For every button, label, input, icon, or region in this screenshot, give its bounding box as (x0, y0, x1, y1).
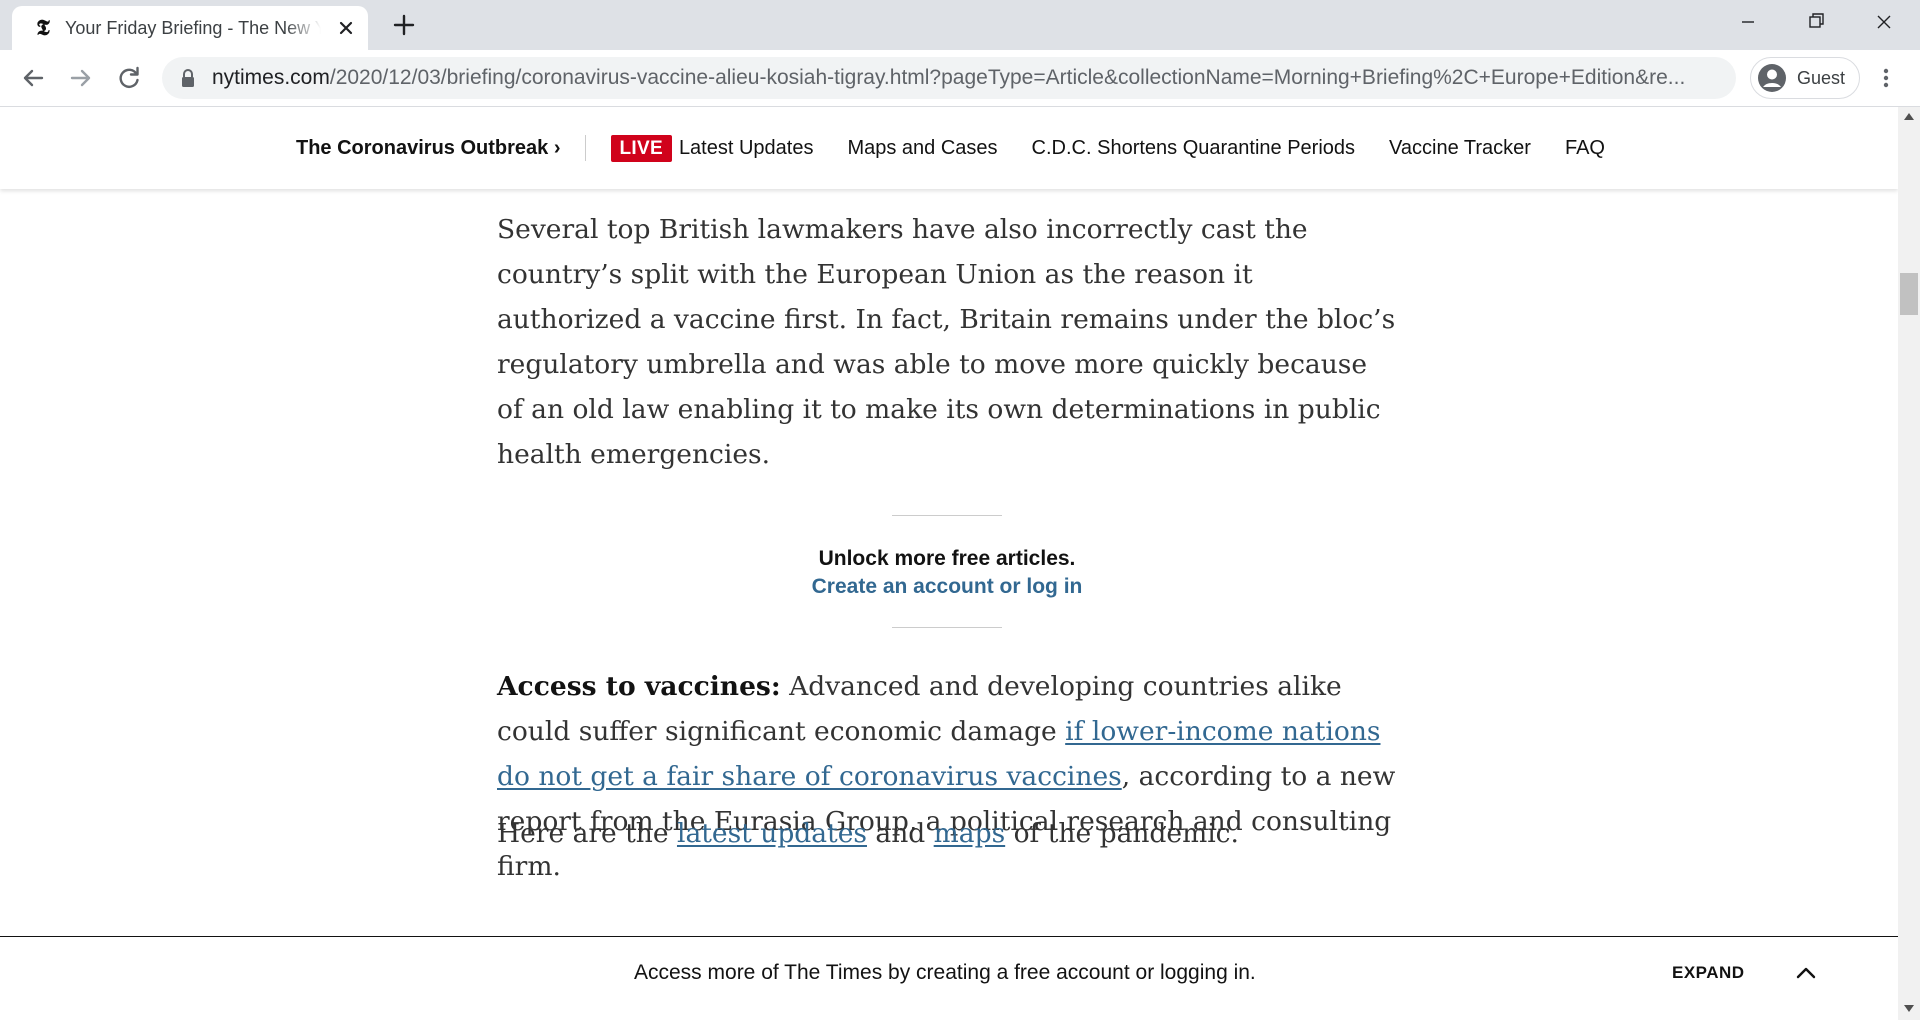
nav-link-vaccine-tracker[interactable]: Vaccine Tracker (1389, 137, 1531, 160)
account-prompt-bar: Access more of The Times by creating a f… (0, 936, 1898, 1020)
article-paragraph: Several top British lawmakers have also … (497, 214, 1396, 470)
address-bar[interactable]: nytimes.com/2020/12/03/briefing/coronavi… (162, 57, 1736, 99)
nav-link-cdc-quarantine[interactable]: C.D.C. Shortens Quarantine Periods (1032, 137, 1356, 160)
reload-icon[interactable] (114, 63, 144, 93)
live-badge[interactable]: LIVE (610, 134, 672, 162)
create-account-link[interactable]: Create an account or log in (697, 575, 1197, 599)
minimize-window-icon[interactable] (1714, 0, 1782, 44)
section-link-coronavirus-outbreak[interactable]: The Coronavirus Outbreak › (296, 137, 561, 160)
scroll-down-arrow-icon[interactable] (1904, 1005, 1914, 1012)
expand-button[interactable]: EXPAND (1672, 963, 1745, 983)
close-window-icon[interactable] (1850, 0, 1918, 44)
tab-title: Your Friday Briefing - The New York Time… (65, 18, 321, 38)
profile-button[interactable]: Guest (1750, 57, 1860, 99)
scrollbar-thumb[interactable] (1900, 273, 1918, 315)
account-prompt-text: Access more of The Times by creating a f… (634, 961, 1256, 984)
browser-tab[interactable]: 𝕿 Your Friday Briefing - The New York Ti… (12, 6, 368, 50)
coronavirus-nav-bar: The Coronavirus Outbreak › LIVE Latest U… (0, 107, 1898, 189)
browser-toolbar: nytimes.com/2020/12/03/briefing/coronavi… (0, 50, 1920, 107)
close-tab-icon[interactable] (335, 17, 357, 39)
profile-name: Guest (1797, 68, 1846, 88)
link-maps[interactable]: maps (934, 818, 1006, 849)
scroll-up-arrow-icon[interactable] (1904, 113, 1914, 120)
article-paragraph-pandemic-links: Here are the latest updates and maps of … (497, 818, 1239, 849)
tab-strip: 𝕿 Your Friday Briefing - The New York Ti… (0, 0, 1920, 50)
browser-menu-icon[interactable] (1876, 63, 1896, 93)
nav-link-latest-updates[interactable]: Latest Updates (679, 137, 814, 160)
nav-divider (584, 135, 586, 161)
new-tab-plus-icon[interactable] (391, 12, 417, 38)
unlock-bottom-rule (892, 627, 1002, 628)
nav-link-maps-and-cases[interactable]: Maps and Cases (847, 137, 997, 160)
nav-link-faq[interactable]: FAQ (1565, 137, 1605, 160)
back-arrow-icon[interactable] (18, 63, 48, 93)
unlock-top-rule (892, 515, 1002, 516)
nyt-favicon-icon: 𝕿 (36, 15, 50, 40)
unlock-title: Unlock more free articles. (818, 547, 1076, 570)
restore-window-icon[interactable] (1782, 0, 1850, 44)
web-page: The Coronavirus Outbreak › LIVE Latest U… (0, 107, 1898, 1020)
url-text[interactable]: nytimes.com/2020/12/03/briefing/coronavi… (212, 57, 1712, 99)
guest-avatar-icon (1758, 64, 1786, 92)
link-latest-updates[interactable]: latest updates (677, 818, 867, 849)
page-scrollbar[interactable] (1898, 107, 1920, 1020)
lock-icon[interactable] (180, 68, 196, 88)
chevron-up-icon[interactable] (1794, 961, 1818, 985)
paragraph-lead: Access to vaccines: (497, 671, 781, 702)
forward-arrow-icon[interactable] (66, 63, 96, 93)
